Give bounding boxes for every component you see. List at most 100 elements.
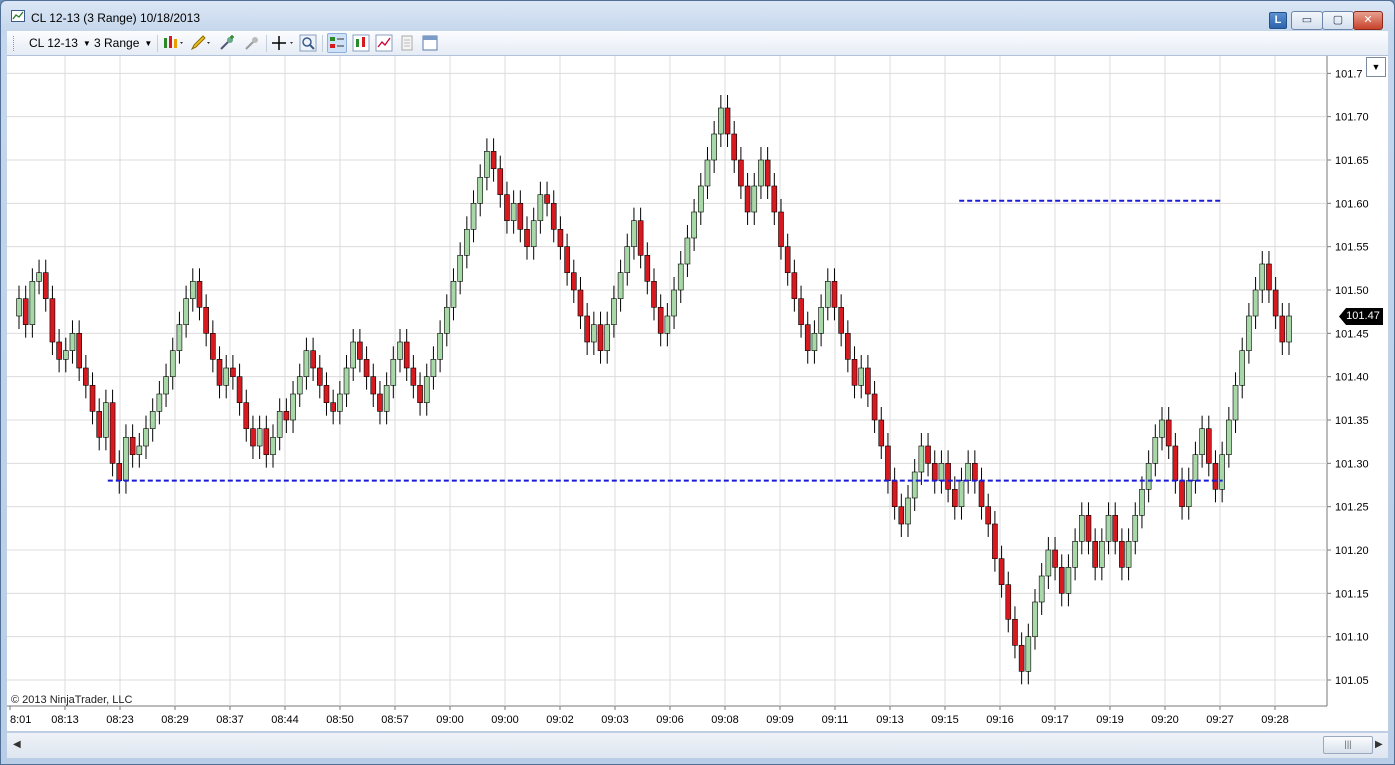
horizontal-scrollbar[interactable]: ◀ ||| ▶ xyxy=(7,732,1388,758)
candle-body xyxy=(343,367,350,395)
candle-body xyxy=(169,350,176,377)
price-chart[interactable]: 101.05 101.10 101.15 101.20 101.25 101.30 101.… xyxy=(7,56,1388,731)
x-tick-label: 8:01 xyxy=(10,714,31,726)
candle-body xyxy=(1145,463,1152,490)
toolbar-grip[interactable] xyxy=(13,36,17,51)
chart-canvas[interactable]: 101.05 101.10 101.15 101.20 101.25 101.30 101.… xyxy=(7,56,1388,731)
y-tick-label: 101.15 xyxy=(1335,588,1369,600)
candle-body xyxy=(443,307,450,334)
candle-body xyxy=(557,229,564,247)
candle-body xyxy=(303,350,310,377)
candle-body xyxy=(510,203,517,221)
candle-body xyxy=(911,471,918,499)
candle-body xyxy=(1232,385,1239,421)
indicators-icon[interactable] xyxy=(352,34,370,52)
candle-body xyxy=(383,385,390,412)
candle-body xyxy=(1038,575,1045,603)
candle-body xyxy=(109,402,116,464)
candle-body xyxy=(1005,584,1012,620)
candle-body xyxy=(263,428,270,455)
candle-body xyxy=(437,333,443,360)
candle-body xyxy=(143,428,149,447)
candle-body xyxy=(477,177,484,204)
candle-body xyxy=(965,463,971,481)
candle-body xyxy=(824,281,831,308)
candle-body xyxy=(504,194,510,221)
magnifier-icon[interactable] xyxy=(299,34,317,52)
candle-body xyxy=(470,203,477,230)
strategies-icon[interactable] xyxy=(375,34,393,52)
candle-body xyxy=(230,367,236,377)
candle-body xyxy=(216,359,223,386)
data-box-icon[interactable] xyxy=(327,33,347,53)
candle-body xyxy=(310,350,316,369)
candle-body xyxy=(390,359,397,386)
close-button[interactable]: ✕ xyxy=(1353,11,1383,30)
candle-body xyxy=(350,341,357,369)
candle-body xyxy=(697,185,704,213)
candle-body xyxy=(397,341,403,360)
x-tick-label: 09:17 xyxy=(1041,714,1069,726)
candle-body xyxy=(891,480,898,507)
scroll-left-icon[interactable]: ◀ xyxy=(13,739,21,750)
properties-icon[interactable] xyxy=(398,34,416,52)
candle-body xyxy=(1266,263,1272,291)
candle-body xyxy=(945,463,951,490)
candle-body xyxy=(22,298,29,325)
candle-body xyxy=(76,333,82,369)
chevron-down-icon[interactable]: ▼ xyxy=(1366,57,1386,77)
maximize-button[interactable]: ▢ xyxy=(1322,11,1354,30)
candle-body xyxy=(931,463,938,481)
candle-body xyxy=(490,151,497,169)
candle-body xyxy=(871,393,878,421)
zoom-out-icon[interactable] xyxy=(243,34,261,52)
candle-body xyxy=(430,359,437,377)
candle-body xyxy=(29,281,36,325)
candle-body xyxy=(417,385,423,403)
candle-body xyxy=(771,185,778,213)
candle-body xyxy=(196,281,203,308)
candle-body xyxy=(270,437,276,455)
x-tick-label: 08:23 xyxy=(106,714,134,726)
chart-style-icon[interactable] xyxy=(162,34,186,52)
candle-body xyxy=(423,376,430,403)
candle-body xyxy=(1072,541,1078,568)
scroll-right-icon[interactable]: ▶ xyxy=(1375,739,1383,750)
candle-body xyxy=(1172,445,1179,481)
minimize-button[interactable]: ▭ xyxy=(1291,11,1323,30)
x-tick-label: 08:37 xyxy=(216,714,244,726)
candle-body xyxy=(283,411,290,421)
zoom-in-icon[interactable] xyxy=(218,34,236,52)
crosshair-icon[interactable] xyxy=(271,34,297,52)
drawing-pencil-icon[interactable] xyxy=(189,34,213,52)
x-tick-label: 08:50 xyxy=(326,714,354,726)
candle-body xyxy=(537,194,544,221)
period-selector[interactable]: 3 Range ▼ xyxy=(94,36,152,50)
candle-body xyxy=(377,393,383,412)
candle-body xyxy=(83,367,89,386)
candle-body xyxy=(1085,515,1092,542)
x-tick-label: 08:29 xyxy=(161,714,189,726)
candle-body xyxy=(978,480,985,507)
panel-icon[interactable] xyxy=(421,34,439,52)
candle-body xyxy=(1179,480,1185,507)
candle-body xyxy=(1219,454,1225,490)
link-button[interactable]: L xyxy=(1269,12,1287,29)
candle-body xyxy=(1045,549,1052,577)
instrument-selector[interactable]: CL 12-13 ▼ xyxy=(29,36,91,50)
y-tick-label: 101.10 xyxy=(1335,632,1369,644)
candle-body xyxy=(885,445,891,481)
candle-body xyxy=(905,497,911,525)
candle-body xyxy=(183,298,189,325)
candle-body xyxy=(464,229,470,256)
candle-body xyxy=(845,333,851,360)
x-tick-label: 09:20 xyxy=(1151,714,1179,726)
candle-body xyxy=(637,220,644,256)
candle-body xyxy=(838,307,844,334)
y-tick-label: 101.55 xyxy=(1335,242,1369,254)
y-tick-label: 101.7 xyxy=(1335,68,1363,80)
candle-body xyxy=(56,341,62,360)
scrollbar-thumb[interactable]: ||| xyxy=(1323,736,1373,754)
candle-body xyxy=(958,480,965,507)
candle-body xyxy=(691,211,697,239)
